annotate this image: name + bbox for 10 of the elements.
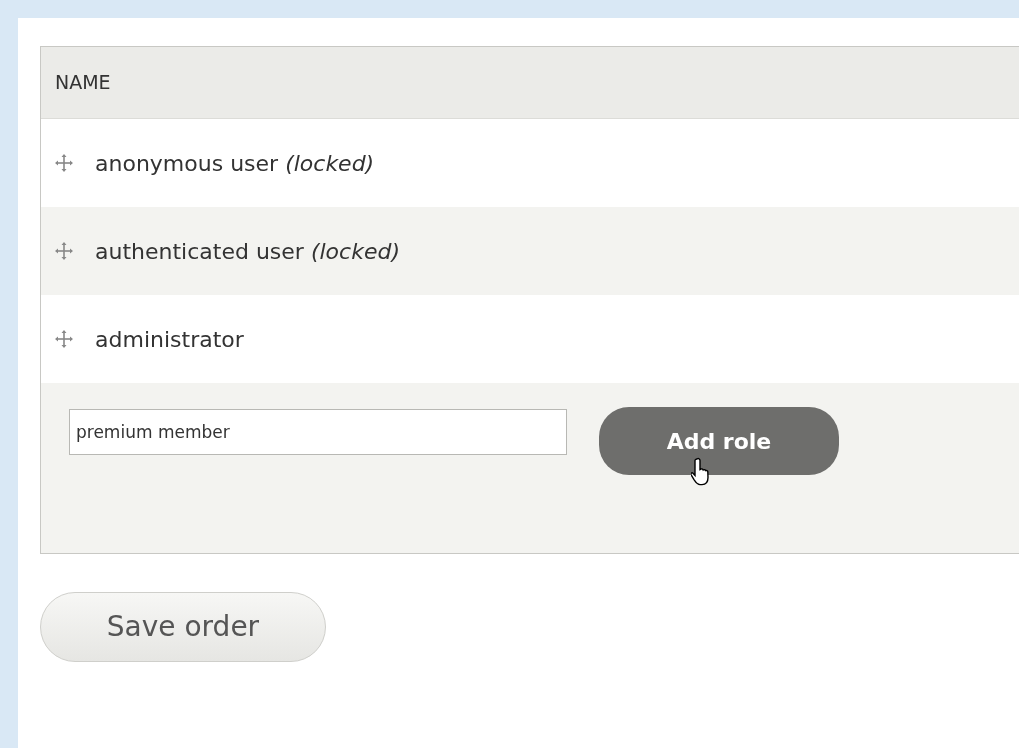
role-name-field[interactable]: premium member bbox=[69, 409, 567, 455]
role-name: anonymous user (locked) bbox=[95, 149, 375, 178]
add-role-button[interactable]: Add role bbox=[599, 407, 839, 475]
drag-handle-icon[interactable] bbox=[55, 153, 73, 173]
save-order-button[interactable]: Save order bbox=[40, 592, 326, 662]
drag-handle-icon[interactable] bbox=[55, 241, 73, 261]
role-name: authenticated user (locked) bbox=[95, 237, 400, 266]
column-header: NAME bbox=[55, 70, 111, 96]
drag-handle-icon[interactable] bbox=[55, 329, 73, 349]
role-name: administrator bbox=[95, 325, 244, 354]
